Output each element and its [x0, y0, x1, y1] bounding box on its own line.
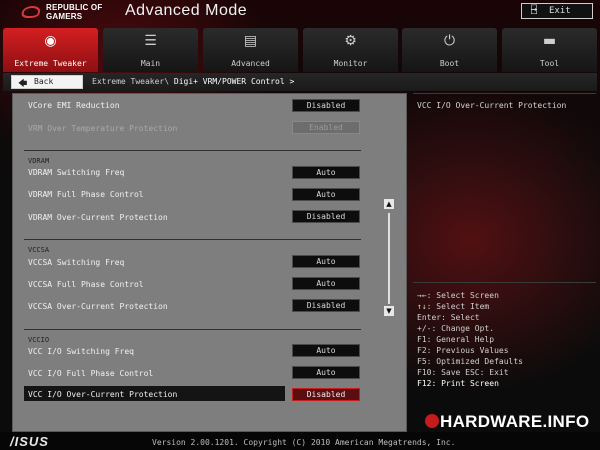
- main-tabs: ◉ Extreme Tweaker ☰ Main ▤ Advanced ⚙ Mo…: [3, 28, 597, 72]
- help-description: VCC I/O Over-Current Protection: [417, 101, 567, 110]
- key-legend-line: F10: Save ESC: Exit: [417, 368, 509, 377]
- group-label-vccio: VCCIO: [28, 336, 50, 344]
- setting-value-vrm-overtemp: Enabled: [292, 121, 360, 134]
- breadcrumb-current: Digi+ VRM/POWER Control >: [169, 77, 295, 86]
- tab-label: Boot: [439, 59, 460, 68]
- separator: [24, 239, 361, 240]
- help-divider: [413, 282, 596, 283]
- tab-label: Monitor: [333, 59, 368, 68]
- tab-label: Extreme Tweaker: [14, 59, 87, 68]
- key-legend: →←: Select Screen ↑↓: Select Item Enter:…: [417, 290, 523, 389]
- header: REPUBLIC OF GAMERS Advanced Mode ⍈ Exit: [0, 0, 600, 26]
- setting-label-vccsa-ocp[interactable]: VCCSA Over-Current Protection: [28, 302, 168, 311]
- key-legend-line: F12: Print Screen: [417, 379, 499, 388]
- logo-line1: REPUBLIC OF: [46, 3, 103, 12]
- setting-value-vdram-freq[interactable]: Auto: [292, 166, 360, 179]
- key-legend-line: +/-: Change Opt.: [417, 324, 495, 333]
- setting-label-vdram-ocp[interactable]: VDRAM Over-Current Protection: [28, 213, 168, 222]
- logo-line2: GAMERS: [46, 12, 83, 21]
- breadcrumb-bar: 🡄 Back Extreme Tweaker\ Digi+ VRM/POWER …: [3, 73, 597, 91]
- watermark: HARDWARE.INFO: [425, 412, 593, 436]
- setting-value-vccsa-freq[interactable]: Auto: [292, 255, 360, 268]
- setting-label-vcore-emi[interactable]: VCore EMI Reduction: [28, 101, 120, 110]
- breadcrumb-path[interactable]: Extreme Tweaker\: [92, 77, 169, 86]
- monitor-gauge-icon: ⚙: [344, 33, 357, 49]
- key-legend-line: Enter: Select: [417, 313, 480, 322]
- watermark-dot-icon: [425, 414, 439, 428]
- setting-value-vccsa-ocp[interactable]: Disabled: [292, 299, 360, 312]
- advanced-icon: ▤: [243, 33, 258, 49]
- tab-monitor[interactable]: ⚙ Monitor: [303, 28, 398, 72]
- setting-value-vdram-phase[interactable]: Auto: [292, 188, 360, 201]
- breadcrumb: Extreme Tweaker\ Digi+ VRM/POWER Control…: [92, 77, 294, 86]
- tab-label: Advanced: [231, 59, 270, 68]
- setting-value-vccio-freq[interactable]: Auto: [292, 344, 360, 357]
- separator: [24, 329, 361, 330]
- group-label-vdram: VDRAM: [28, 157, 50, 165]
- scroll-up-arrow-icon[interactable]: ▲: [384, 199, 394, 209]
- list-icon: ☰: [144, 33, 157, 49]
- back-label: Back: [34, 77, 54, 86]
- asus-logo: /ISUS: [10, 434, 49, 449]
- setting-label-vccio-phase[interactable]: VCC I/O Full Phase Control: [28, 369, 153, 378]
- exit-button[interactable]: ⍈ Exit: [521, 3, 593, 19]
- tab-advanced[interactable]: ▤ Advanced: [203, 28, 298, 72]
- key-legend-line: →←: Select Screen: [417, 291, 499, 300]
- rog-logo: REPUBLIC OF GAMERS: [20, 2, 110, 26]
- setting-value-vccsa-phase[interactable]: Auto: [292, 277, 360, 290]
- key-legend-line: F5: Optimized Defaults: [417, 357, 523, 366]
- tab-main[interactable]: ☰ Main: [103, 28, 198, 72]
- page-title: Advanced Mode: [125, 2, 248, 19]
- exit-label: Exit: [549, 6, 571, 16]
- tab-label: Tool: [539, 59, 560, 68]
- arrow-left-icon: 🡄: [18, 79, 28, 89]
- setting-label-vdram-phase[interactable]: VDRAM Full Phase Control: [28, 190, 144, 199]
- scrollbar-thumb[interactable]: [388, 213, 390, 304]
- power-icon: ⏻: [443, 33, 456, 49]
- key-legend-line: F2: Previous Values: [417, 346, 509, 355]
- setting-label-vdram-freq[interactable]: VDRAM Switching Freq: [28, 168, 124, 177]
- setting-value-vccio-phase[interactable]: Auto: [292, 366, 360, 379]
- tab-extreme-tweaker[interactable]: ◉ Extreme Tweaker: [3, 28, 98, 72]
- toolbox-icon: ▬: [542, 33, 557, 49]
- setting-label-vrm-overtemp: VRM Over Temperature Protection: [28, 124, 178, 133]
- version-text: Version 2.00.1201. Copyright (C) 2010 Am…: [152, 438, 456, 447]
- group-label-vccsa: VCCSA: [28, 246, 50, 254]
- tab-boot[interactable]: ⏻ Boot: [402, 28, 497, 72]
- door-exit-icon: ⍈: [531, 5, 538, 16]
- setting-label-vccsa-freq[interactable]: VCCSA Switching Freq: [28, 258, 124, 267]
- watermark-text: HARDWARE.INFO: [440, 412, 590, 431]
- key-legend-line: ↑↓: Select Item: [417, 302, 490, 311]
- tab-label: Main: [140, 59, 161, 68]
- back-button[interactable]: 🡄 Back: [11, 75, 83, 89]
- setting-value-vccio-ocp[interactable]: Disabled: [292, 388, 360, 401]
- gauge-icon: ◉: [44, 33, 57, 49]
- setting-label-vccio-freq[interactable]: VCC I/O Switching Freq: [28, 347, 134, 356]
- separator: [24, 150, 361, 151]
- setting-label-vccio-ocp[interactable]: VCC I/O Over-Current Protection: [28, 390, 177, 399]
- setting-label-vccsa-phase[interactable]: VCCSA Full Phase Control: [28, 280, 144, 289]
- setting-value-vdram-ocp[interactable]: Disabled: [292, 210, 360, 223]
- rog-logo-text: REPUBLIC OF GAMERS: [46, 3, 102, 21]
- key-legend-line: F1: General Help: [417, 335, 495, 344]
- rog-eye-icon: [20, 6, 42, 18]
- setting-value-vcore-emi[interactable]: Disabled: [292, 99, 360, 112]
- help-divider-top: [413, 93, 596, 94]
- tab-tool[interactable]: ▬ Tool: [502, 28, 597, 72]
- scroll-down-arrow-icon[interactable]: ▼: [384, 306, 394, 316]
- settings-panel: VCore EMI Reduction Disabled VRM Over Te…: [12, 93, 407, 432]
